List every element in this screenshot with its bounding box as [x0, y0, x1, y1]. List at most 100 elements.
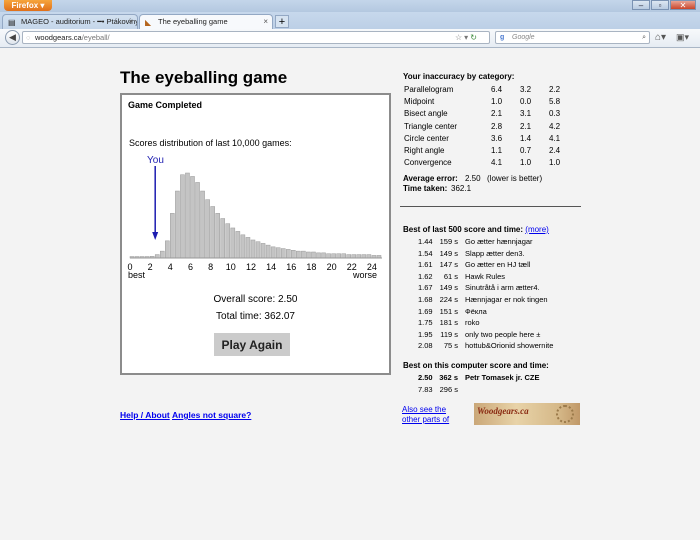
play-again-button[interactable]: Play Again	[214, 333, 290, 356]
time-value: 151 s	[439, 306, 458, 316]
tab-eyeballing-game[interactable]: ◣ The eyeballing game ×	[139, 14, 273, 29]
value-1: 2.1	[491, 109, 503, 119]
tab-close-icon[interactable]: ×	[263, 15, 268, 29]
histogram-bar	[230, 227, 236, 259]
value-1: 3.6	[491, 133, 503, 143]
score-value: 1.61	[418, 260, 433, 270]
more-link[interactable]: (more)	[525, 225, 549, 234]
histogram-bar	[280, 248, 286, 259]
menu-icon[interactable]: ▣▾	[676, 31, 689, 44]
histogram-bar	[296, 250, 301, 259]
histogram-bar	[321, 252, 326, 259]
time-value: 296 s	[439, 384, 458, 394]
x-tick-label: 8	[208, 262, 213, 272]
histogram-bar	[291, 250, 296, 259]
histogram-bar	[301, 250, 306, 259]
value-1: 2.8	[491, 121, 503, 131]
time-taken-label: Time taken:	[403, 184, 448, 193]
window-titlebar	[0, 0, 700, 12]
histogram-bar	[351, 254, 357, 259]
minimize-icon[interactable]: –	[632, 0, 650, 10]
back-button[interactable]: ◀	[5, 30, 20, 45]
search-icon[interactable]: ⌕	[642, 32, 646, 44]
tab-close-icon[interactable]: ×	[128, 15, 133, 29]
average-error-value: 2.50	[465, 174, 481, 183]
player-name: Petr Tomasek jr. CZE	[465, 373, 540, 382]
best-on-computer-title: Best on this computer score and time:	[403, 361, 549, 370]
time-value: 159 s	[439, 237, 458, 246]
score-value: 1.62	[418, 271, 433, 281]
histogram-bar	[260, 243, 266, 259]
url-bar[interactable]: ◌ woodgears.ca/eyeball/	[22, 31, 490, 44]
histogram-bar	[285, 249, 291, 259]
histogram-bar	[165, 240, 170, 259]
category-name: Midpoint	[404, 97, 435, 107]
player-name: Hawk Rules	[465, 271, 506, 281]
search-input[interactable]: g Google ⌕	[495, 31, 650, 44]
average-error-note: (lower is better)	[487, 174, 543, 183]
value-2: 2.1	[520, 121, 532, 131]
player-name: Go ætter en HJ tæll	[465, 260, 531, 270]
score-value: 1.54	[418, 248, 433, 258]
x-tick-label: 10	[226, 262, 236, 272]
category-name: Parallelogram	[404, 85, 454, 94]
firefox-menu-label: Firefox	[11, 1, 39, 10]
player-name: only two people here ±	[465, 329, 541, 339]
bookmark-star-icon[interactable]: ☆	[455, 33, 464, 42]
value-2: 1.0	[520, 158, 532, 168]
tab-label: The eyeballing game	[158, 17, 228, 26]
time-taken-row: Time taken: 362.1	[403, 184, 471, 193]
overall-score: Overall score: 2.50	[213, 294, 298, 305]
value-3: 4.2	[549, 121, 561, 131]
url-path: /eyeball/	[81, 33, 110, 42]
x-tick-label: 16	[286, 262, 296, 272]
time-value: 181 s	[439, 318, 458, 328]
value-1: 4.1	[491, 158, 503, 168]
firefox-menu-button[interactable]: Firefox ▾	[4, 0, 52, 11]
average-error-row: Average error: 2.50 (lower is better)	[403, 174, 542, 183]
home-icon[interactable]: ⌂▾	[655, 31, 666, 44]
axis-label-best: best	[128, 270, 146, 280]
also-see-link[interactable]: Also see the other parts of	[402, 405, 462, 425]
time-value: 224 s	[439, 295, 458, 304]
value-3: 5.8	[549, 97, 561, 107]
tab-label: MAGEO - auditorium - ━• Ptákoviny...	[21, 17, 138, 26]
angles-not-square-link[interactable]: Angles not square?	[172, 410, 251, 420]
globe-icon: ◌	[26, 33, 31, 42]
player-name: Фёкла	[465, 306, 487, 316]
histogram-bar	[180, 174, 185, 259]
x-tick-label: 12	[246, 262, 256, 272]
histogram-bar	[255, 241, 261, 259]
histogram-bar	[245, 237, 251, 259]
category-name: Bisect angle	[404, 109, 448, 119]
page-title: The eyeballing game	[120, 68, 288, 87]
x-tick-label: 6	[188, 262, 193, 272]
value-2: 3.1	[520, 109, 532, 119]
woodgears-favicon-icon: ◣	[145, 18, 152, 27]
woodgears-logo[interactable]: Woodgears.ca	[474, 403, 580, 425]
divider	[400, 206, 581, 207]
score-value: 7.83	[418, 384, 433, 394]
time-value: 149 s	[439, 248, 458, 258]
category-name: Convergence	[404, 158, 452, 168]
time-taken-value: 362.1	[451, 184, 472, 193]
histogram-bar	[316, 252, 321, 259]
reload-icon[interactable]: ↻	[470, 33, 479, 42]
help-about-link[interactable]: Help / About	[120, 410, 170, 420]
value-1: 6.4	[491, 85, 503, 94]
x-tick-label: 18	[306, 262, 316, 272]
url-domain: woodgears.ca	[35, 33, 82, 42]
histogram-bar	[175, 190, 180, 259]
distribution-title: Scores distribution of last 10,000 games…	[129, 138, 292, 148]
you-marker-label: You	[147, 155, 164, 166]
close-window-icon[interactable]: ✕	[670, 0, 696, 10]
back-arrow-icon: ◀	[9, 32, 16, 42]
histogram-bar	[326, 253, 331, 259]
tab-mageo[interactable]: ▤ MAGEO - auditorium - ━• Ptákoviny... ×	[2, 14, 138, 29]
best-of-500-title: Best of last 500 score and time: (more)	[403, 225, 549, 234]
value-1: 1.0	[491, 97, 503, 107]
maximize-icon[interactable]: ▫	[651, 0, 669, 10]
value-3: 0.3	[549, 109, 561, 119]
new-tab-button[interactable]: +	[275, 15, 289, 28]
window-controls: – ▫ ✕	[632, 0, 696, 10]
